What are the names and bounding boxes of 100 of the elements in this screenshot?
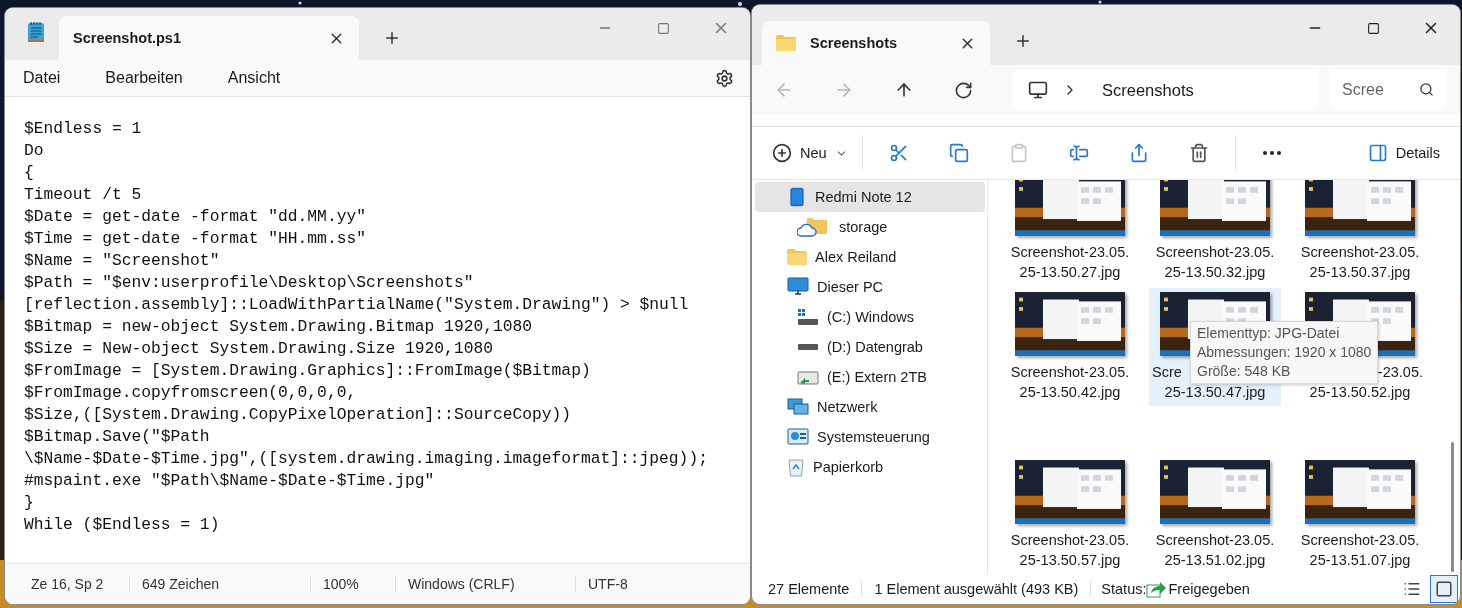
file-tab[interactable]: Screenshot.ps1	[59, 16, 359, 60]
details-button[interactable]: Details	[1359, 135, 1448, 171]
code-line: }	[24, 492, 35, 514]
file-item[interactable]: Screenshot-23.05. 25-13.50.42.jpg	[1004, 288, 1136, 406]
control-panel-icon	[787, 428, 809, 446]
monitor-icon	[1028, 80, 1048, 100]
status-text: 100%	[310, 576, 395, 592]
copy-icon	[948, 143, 969, 163]
file-name: Scre	[1151, 363, 1183, 382]
sidebar-item[interactable]: (D:) Datengrab	[755, 332, 985, 362]
tooltip-line: Abmessungen: 1920 x 1080	[1197, 343, 1372, 362]
new-tab-icon[interactable]	[383, 29, 401, 47]
notepad-icon	[27, 21, 45, 43]
menu-item[interactable]: Ansicht	[227, 69, 281, 87]
code-line: $Size = New-object System.Drawing.Size 1920,1080	[24, 338, 494, 360]
trash-icon	[1188, 143, 1209, 163]
file-item[interactable]: Screenshot-23.05. 25-13.50.32.jpg	[1149, 180, 1281, 286]
drive-icon	[797, 308, 819, 326]
sidebar-item[interactable]: Alex Reiland	[755, 242, 985, 272]
status-text: 649 Zeichen	[129, 576, 310, 592]
file-item[interactable]: Screenshot-23.05. 25-13.51.02.jpg	[1149, 456, 1281, 574]
code-line: Timeout /t 5	[24, 184, 143, 206]
address-text: Screenshots	[1102, 80, 1194, 100]
tooltip-line: Elementtyp: JPG-Datei	[1197, 324, 1341, 343]
file-name: Screenshot-23.05.	[1009, 531, 1131, 550]
tiles-view-button[interactable]	[1430, 575, 1458, 603]
menu-item[interactable]: Datei	[23, 69, 61, 87]
phone-icon	[787, 187, 807, 207]
file-name: Screenshot-23.05.	[1299, 531, 1421, 550]
network-icon	[787, 398, 809, 416]
drive-icon	[797, 368, 819, 386]
folder-tab[interactable]: Screenshots	[762, 21, 990, 65]
status-text: Ze 16, Sp 2	[30, 576, 105, 592]
code-line: While ($Endless = 1)	[24, 514, 221, 536]
code-line: #mspaint.exe "$Path\$Name-$Date-$Time.jpg"	[24, 470, 436, 492]
file-name: 25-13.50.57.jpg	[1018, 551, 1122, 570]
sidebar-item[interactable]: Netzwerk	[755, 392, 985, 422]
sidebar-item[interactable]: (E:) Extern 2TB	[755, 362, 985, 392]
maximize-icon[interactable]	[1366, 21, 1380, 35]
new-button[interactable]: Neu	[764, 135, 856, 171]
sidebar-item[interactable]: Dieser PC	[755, 272, 985, 302]
sidebar-item[interactable]: Papierkorb	[755, 452, 985, 482]
code-line: {	[24, 162, 35, 184]
menu-item[interactable]: Bearbeiten	[105, 69, 183, 87]
file-name: 25-13.50.32.jpg	[1163, 263, 1267, 282]
code-line: $Path = "$env:userprofile\Desktop\Screenshots"	[24, 272, 475, 294]
folder-icon	[787, 249, 807, 265]
code-line: $Date = get-date -format "dd.MM.yy"	[24, 206, 367, 228]
sidebar-item[interactable]: (C:) Windows	[755, 302, 985, 332]
file-name: -23.05.	[1376, 363, 1424, 382]
code-line: $FromImage.copyfromscreen(0,0,0,0,	[24, 382, 358, 404]
scissors-icon	[888, 143, 909, 163]
file-name: 25-13.50.27.jpg	[1018, 263, 1122, 282]
sidebar-item[interactable]: Systemsteuerung	[755, 422, 985, 452]
status-text: Status:	[1100, 581, 1147, 597]
file-name: 25-13.51.07.jpg	[1308, 551, 1412, 570]
file-name: Screenshot-23.05.	[1009, 243, 1131, 262]
new-tab-icon[interactable]	[1014, 32, 1032, 50]
sidebar-item[interactable]: Redmi Note 12	[755, 182, 985, 212]
sidebar-item[interactable]: storage	[755, 212, 985, 242]
file-item[interactable]: Screenshot-23.05. 25-13.50.27.jpg	[1004, 180, 1136, 286]
monitor-icon	[787, 277, 809, 297]
file-name: 25-13.50.42.jpg	[1018, 383, 1122, 402]
file-item[interactable]: Screenshot-23.05. 25-13.50.57.jpg	[1004, 456, 1136, 574]
list-icon	[1403, 580, 1421, 598]
file-name: Screenshot-23.05.	[1299, 243, 1421, 262]
status-text: 27 Elemente	[768, 581, 863, 597]
file-name: 25-13.50.47.jpg	[1163, 383, 1267, 402]
file-name: 25-13.50.52.jpg	[1308, 383, 1412, 402]
status-text: Freigegeben	[1167, 581, 1250, 597]
rename-icon	[1068, 143, 1089, 163]
code-line: \$Name-$Date-$Time.jpg",([system.drawing.imaging.imageformat]::jpeg));	[24, 448, 709, 470]
share-icon	[1146, 580, 1167, 598]
scrollbar-thumb[interactable]	[1451, 442, 1454, 572]
address-bar[interactable]: Screenshots	[1012, 70, 1318, 110]
status-text: Windows (CRLF)	[395, 576, 575, 592]
file-item[interactable]: Screenshot-23.05. 25-13.51.07.jpg	[1294, 456, 1426, 574]
code-line: $Name = "Screenshot"	[24, 250, 221, 272]
code-line: $Size,([System.Drawing.CopyPixelOperation]::SourceCopy))	[24, 404, 573, 426]
file-name: Screenshot-23.05.	[1154, 531, 1276, 550]
code-line: $FromImage = [System.Drawing.Graphics]::FromImage($Bitmap)	[24, 360, 592, 382]
refresh-icon[interactable]	[954, 80, 973, 100]
more-icon	[1262, 151, 1281, 155]
file-name: Screenshot-23.05.	[1154, 243, 1276, 262]
file-item[interactable]: Screenshot-23.05. 25-13.50.37.jpg	[1294, 180, 1426, 286]
code-line: $Bitmap = new-object System.Drawing.Bitmap 1920,1080	[24, 316, 534, 338]
status-text: 1 Element ausgewählt (493 KB)	[862, 581, 1092, 597]
code-line: Do	[24, 140, 45, 162]
plus-circle-icon	[772, 143, 792, 163]
search-icon	[1419, 82, 1434, 97]
file-name: 25-13.50.37.jpg	[1308, 263, 1412, 282]
file-name: Screenshot-23.05.	[1009, 363, 1131, 382]
tooltip-line: Größe: 548 KB	[1197, 362, 1292, 381]
code-line: $Time = get-date -format "HH.mm.ss"	[24, 228, 367, 250]
search-field[interactable]: Scree	[1330, 70, 1446, 110]
square-icon	[1435, 580, 1453, 598]
settings-icon[interactable]	[715, 68, 734, 88]
recycle-bin-icon	[787, 457, 805, 477]
file-name: 25-13.51.02.jpg	[1163, 551, 1267, 570]
code-line: [reflection.assembly]::LoadWithPartialName("System.Drawing") > $null	[24, 294, 690, 316]
